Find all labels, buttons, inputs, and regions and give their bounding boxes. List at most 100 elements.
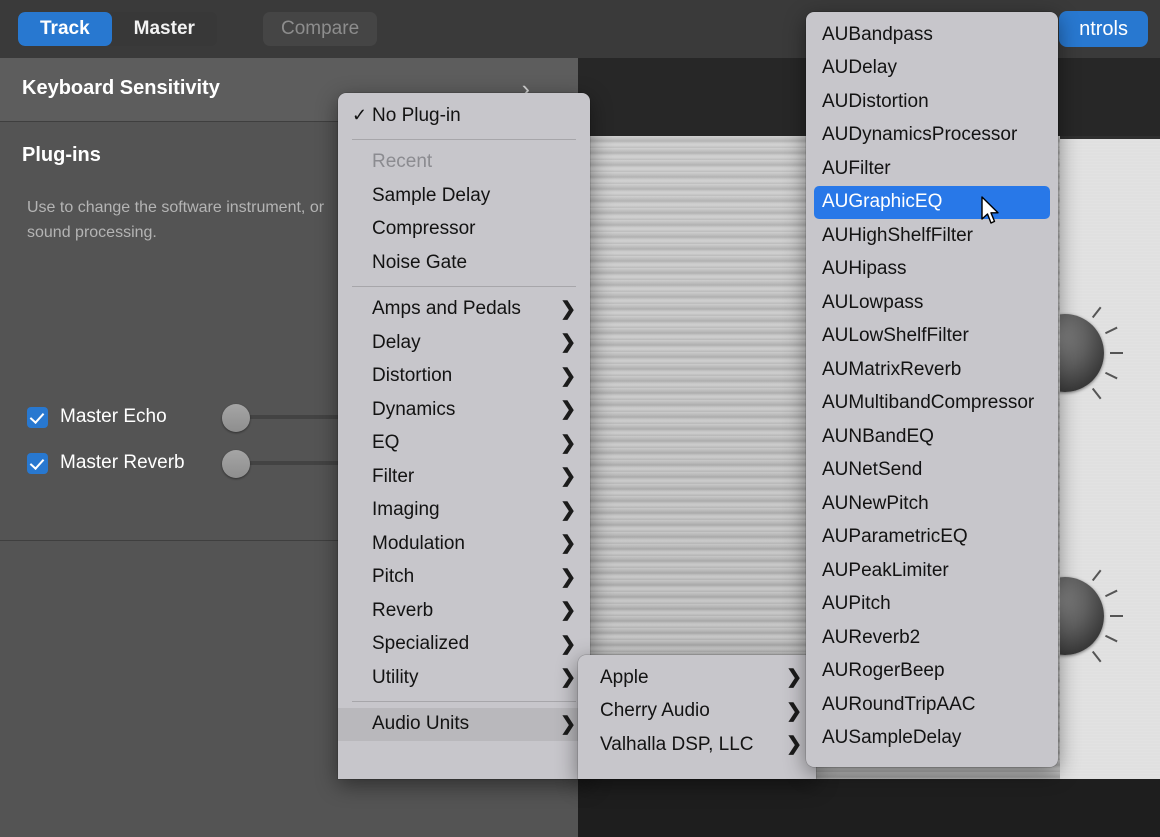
menu-item-label: AUDelay	[822, 57, 897, 79]
menu-item[interactable]: Reverb ❯	[338, 594, 590, 628]
audio-unit-menu-item[interactable]: AUHipass	[806, 253, 1058, 287]
audio-unit-menu-item[interactable]: AUPitch	[806, 588, 1058, 622]
menu-item[interactable]: Delay ❯	[338, 326, 590, 360]
menu-item[interactable]: Noise Gate	[338, 246, 590, 280]
master-reverb-checkbox[interactable]	[27, 452, 48, 474]
track-master-segmented-control[interactable]: Track Master	[18, 12, 217, 46]
chevron-right-icon: ❯	[786, 734, 802, 756]
menu-item-label: AUSampleDelay	[822, 727, 962, 749]
plugins-title: Plug-ins	[22, 144, 101, 166]
audio-unit-menu-item[interactable]: AUSampleDelay	[806, 722, 1058, 756]
menu-separator	[352, 285, 576, 287]
menu-item[interactable]: Sample Delay	[338, 179, 590, 213]
tab-master[interactable]: Master	[111, 12, 217, 46]
plugin-category-menu[interactable]: ✓ No Plug-in Recent Sample Delay Compressor N…	[338, 93, 590, 779]
menu-item[interactable]: Pitch ❯	[338, 561, 590, 595]
audio-unit-menu-item[interactable]: AULowpass	[806, 286, 1058, 320]
audio-unit-menu-item[interactable]: AUNetSend	[806, 454, 1058, 488]
menu-item-label: AUGraphicEQ	[822, 191, 943, 213]
application-window: Track Master Compare ntrols Keyboard Sen…	[0, 0, 1160, 837]
slider-thumb[interactable]	[222, 450, 250, 478]
plugins-description: Use to change the software instrument, o…	[27, 199, 325, 241]
checkmark-icon: ✓	[352, 105, 368, 126]
instrument-knob-1[interactable]	[1060, 306, 1123, 400]
menu-item-label: Sample Delay	[372, 184, 491, 206]
master-reverb-row[interactable]: Master Reverb	[27, 450, 185, 476]
menu-item[interactable]: Imaging ❯	[338, 494, 590, 528]
audio-unit-menu-item[interactable]: AUNewPitch	[806, 487, 1058, 521]
audio-unit-menu-item[interactable]: AUDistortion	[806, 85, 1058, 119]
menu-item[interactable]: Dynamics ❯	[338, 393, 590, 427]
menu-separator	[352, 700, 576, 702]
chevron-right-icon: ❯	[560, 600, 576, 622]
apple-audio-units-menu[interactable]: AUBandpass AUDelay AUDistortion AUDynamicsP…	[806, 12, 1058, 767]
audio-units-vendor-menu[interactable]: Apple ❯ Cherry Audio ❯ Valhalla DSP, LLC ❯	[578, 655, 816, 779]
audio-unit-menu-item[interactable]: AUMatrixReverb	[806, 353, 1058, 387]
menu-item[interactable]: Modulation ❯	[338, 527, 590, 561]
chevron-right-icon: ❯	[560, 499, 576, 521]
slider-thumb[interactable]	[222, 404, 250, 432]
menu-item-label: Noise Gate	[372, 251, 468, 273]
menu-item-label: Distortion	[372, 365, 453, 387]
chevron-right-icon: ❯	[560, 566, 576, 588]
compare-button[interactable]: Compare	[263, 12, 378, 46]
menu-item-label: Audio Units	[372, 713, 470, 735]
vendor-menu-item[interactable]: Valhalla DSP, LLC ❯	[578, 728, 816, 762]
audio-unit-menu-item[interactable]: AUMultibandCompressor	[806, 387, 1058, 421]
menu-item-label: Recent	[372, 151, 433, 173]
menu-item-label: AUPeakLimiter	[822, 559, 949, 581]
audio-unit-menu-item[interactable]: AUFilter	[806, 152, 1058, 186]
audio-unit-menu-item[interactable]: AULowShelfFilter	[806, 320, 1058, 354]
vendor-menu-item[interactable]: Apple ❯	[578, 661, 816, 695]
menu-separator	[352, 138, 576, 140]
instrument-knob-2[interactable]	[1060, 569, 1123, 663]
audio-unit-menu-item[interactable]: AURogerBeep	[806, 655, 1058, 689]
menu-item[interactable]: Amps and Pedals ❯	[338, 293, 590, 327]
chevron-right-icon: ❯	[560, 399, 576, 421]
master-echo-label: Master Echo	[60, 406, 167, 427]
menu-item-label: Imaging	[372, 499, 440, 521]
audio-unit-menu-item[interactable]: AUPeakLimiter	[806, 554, 1058, 588]
master-echo-checkbox[interactable]	[27, 406, 48, 428]
menu-item-label: AUNetSend	[822, 459, 923, 481]
audio-unit-menu-item[interactable]: AUBandpass	[806, 18, 1058, 52]
audio-unit-menu-item[interactable]: AUReverb2	[806, 621, 1058, 655]
audio-unit-menu-item[interactable]: AUParametricEQ	[806, 521, 1058, 555]
controls-button[interactable]: ntrols	[1059, 11, 1148, 47]
audio-unit-menu-item[interactable]: AUHighShelfFilter	[806, 219, 1058, 253]
menu-item[interactable]: EQ ❯	[338, 427, 590, 461]
menu-item[interactable]: Distortion ❯	[338, 360, 590, 394]
tab-track[interactable]: Track	[18, 12, 112, 46]
chevron-right-icon: ❯	[560, 365, 576, 387]
audio-unit-menu-item[interactable]: AUGraphicEQ	[814, 185, 1050, 219]
master-echo-row[interactable]: Master Echo	[27, 404, 167, 430]
knob-tick-1	[1091, 306, 1102, 319]
audio-unit-menu-item[interactable]: AUNBandEQ	[806, 420, 1058, 454]
keyboard-sensitivity-label: Keyboard Sensitivity	[22, 77, 220, 99]
menu-item[interactable]: Filter ❯	[338, 460, 590, 494]
vendor-menu-item[interactable]: Cherry Audio ❯	[578, 695, 816, 729]
audio-unit-menu-item[interactable]: AURoundTripAAC	[806, 688, 1058, 722]
menu-section-header: Recent	[338, 146, 590, 180]
menu-item-label: Pitch	[372, 566, 415, 588]
chevron-right-icon: ❯	[786, 667, 802, 689]
menu-item-label: Filter	[372, 465, 415, 487]
knob-tick-3	[1110, 352, 1123, 354]
menu-item-label: Cherry Audio	[600, 700, 710, 722]
menu-item[interactable]: Utility ❯	[338, 661, 590, 695]
menu-item-label: Specialized	[372, 633, 470, 655]
menu-item[interactable]: Audio Units ❯	[338, 707, 590, 741]
chevron-right-icon: ❯	[560, 633, 576, 655]
menu-item-label: AUMatrixReverb	[822, 358, 962, 380]
menu-item-label: AUDistortion	[822, 90, 929, 112]
menu-item-label: AULowShelfFilter	[822, 325, 969, 347]
chevron-right-icon: ❯	[560, 466, 576, 488]
chevron-right-icon: ❯	[560, 667, 576, 689]
menu-item-label: Dynamics	[372, 398, 456, 420]
audio-unit-menu-item[interactable]: AUDelay	[806, 52, 1058, 86]
menu-item[interactable]: Compressor	[338, 213, 590, 247]
menu-item[interactable]: Specialized ❯	[338, 628, 590, 662]
menu-item[interactable]: ✓ No Plug-in	[338, 99, 590, 133]
audio-unit-menu-item[interactable]: AUDynamicsProcessor	[806, 119, 1058, 153]
chevron-right-icon: ❯	[560, 298, 576, 320]
